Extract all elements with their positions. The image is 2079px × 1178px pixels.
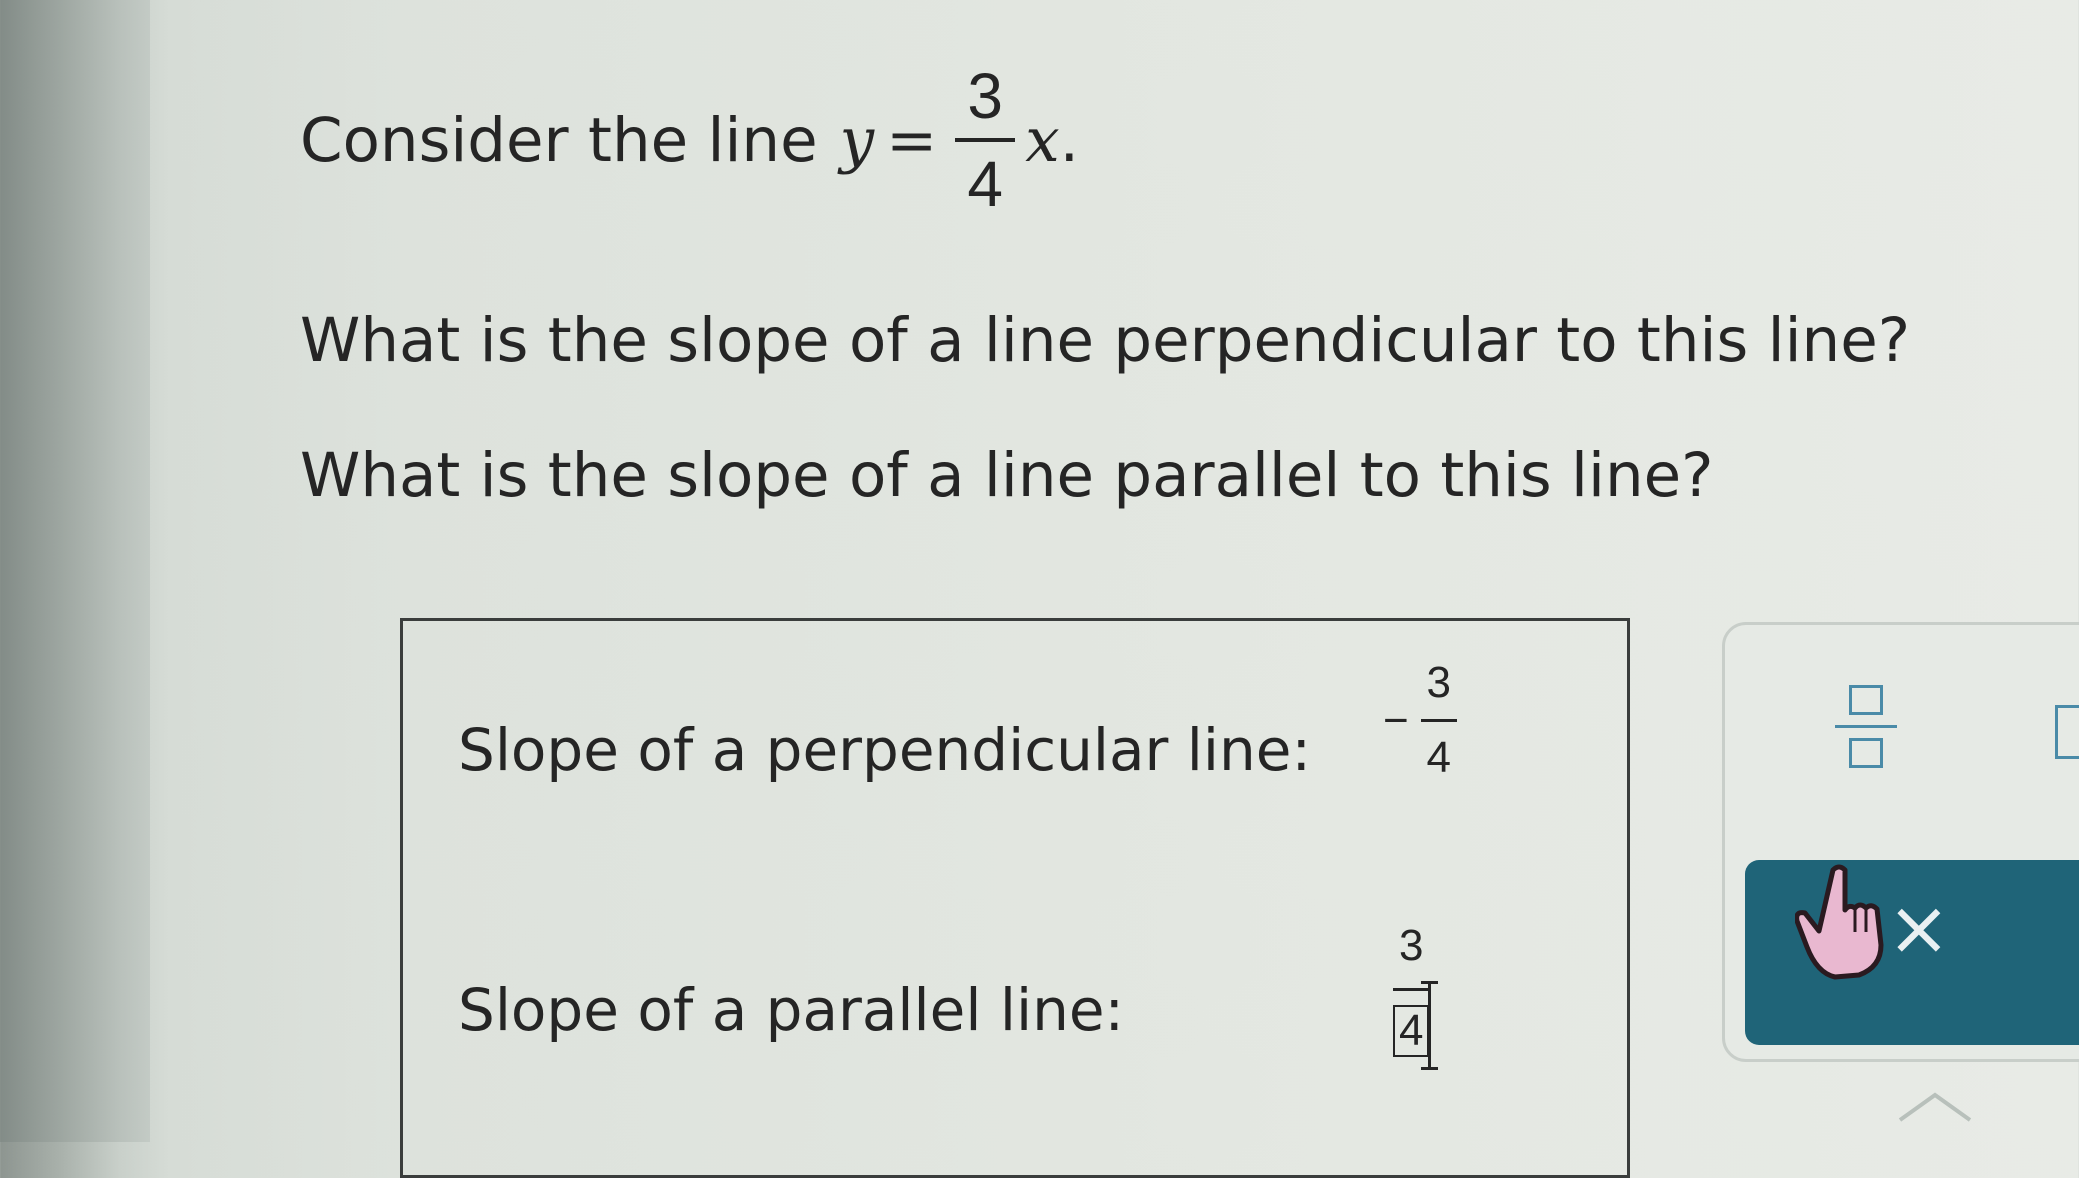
perpendicular-sign: − <box>1383 695 1409 745</box>
parallel-question: What is the slope of a line parallel to … <box>300 440 1714 511</box>
parallel-answer-input[interactable]: 3 4 <box>1393 921 1438 1070</box>
equation-lhs: y <box>839 104 875 176</box>
perpendicular-answer-row: Slope of a perpendicular line: <box>458 716 1311 784</box>
denominator-slot-icon <box>1849 738 1883 768</box>
parallel-label: Slope of a parallel line: <box>458 976 1125 1044</box>
parallel-answer-row: Slope of a parallel line: <box>458 976 1124 1044</box>
equation-variable: x <box>1025 104 1060 176</box>
template-slot-icon[interactable] <box>2055 705 2079 759</box>
fraction-template-icon[interactable] <box>1835 685 1897 768</box>
perpendicular-denominator[interactable]: 4 <box>1426 736 1450 780</box>
perpendicular-fraction[interactable]: 3 4 <box>1420 661 1457 780</box>
text-cursor <box>1428 981 1431 1069</box>
perpendicular-question: What is the slope of a line perpendicula… <box>300 305 1911 376</box>
parallel-denominator[interactable]: 4 <box>1393 1005 1430 1057</box>
question-intro: Consider the line <box>300 104 818 176</box>
equation-period: . <box>1059 104 1079 176</box>
question-equation-line: Consider the line y = 3 4 x . <box>300 40 1079 240</box>
chevron-up-icon[interactable] <box>1890 1085 1980 1135</box>
hand-pointer-icon <box>1795 864 1884 980</box>
numerator-slot-icon <box>1849 685 1883 715</box>
perpendicular-answer-input[interactable]: − 3 4 <box>1383 661 1457 780</box>
fraction-bar <box>1393 988 1430 991</box>
parallel-numerator[interactable]: 3 <box>1399 924 1423 968</box>
equation-equals: = <box>886 104 938 176</box>
equation-numerator: 3 <box>967 60 1003 132</box>
equation-denominator: 4 <box>967 148 1003 220</box>
question-block: Consider the line y = 3 4 x . What is th… <box>300 40 1910 511</box>
math-tool-panel: × <box>1722 622 2079 1062</box>
perpendicular-numerator[interactable]: 3 <box>1426 661 1450 705</box>
perpendicular-label: Slope of a perpendicular line: <box>458 716 1312 784</box>
fraction-bar <box>1835 725 1897 728</box>
text-cursor-top <box>1421 981 1438 984</box>
fraction-bar <box>1420 719 1457 722</box>
equation-fraction: 3 4 <box>955 60 1016 220</box>
text-cursor-bottom <box>1421 1067 1438 1070</box>
answer-box: Slope of a perpendicular line: − 3 4 Slo… <box>400 618 1630 1178</box>
screen-bezel <box>0 0 150 1142</box>
parallel-fraction[interactable]: 3 4 <box>1393 924 1430 1057</box>
